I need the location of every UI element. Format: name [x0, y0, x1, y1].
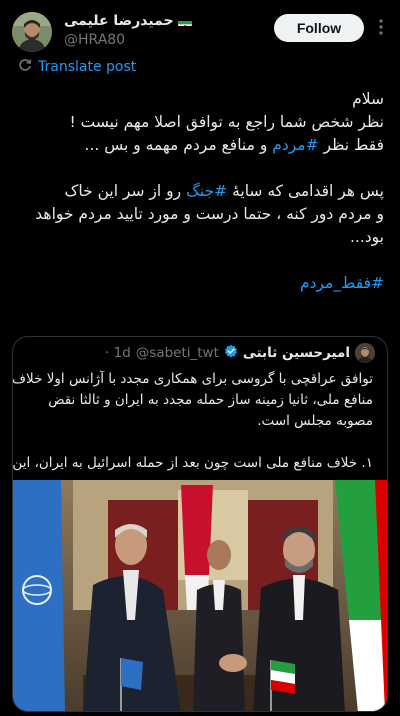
translate-icon — [18, 58, 32, 76]
quoted-spacer — [23, 432, 373, 453]
post-line-2: نظر شخص شما راجع به توافق اصلا مهم نیست … — [69, 113, 384, 131]
post-text: سلام نظر شخص شما راجع به توافق اصلا مهم … — [14, 88, 384, 295]
hashtag-link[interactable]: #جنگ — [186, 182, 227, 200]
post-line-4-post: رو از سر این خاک — [64, 182, 187, 200]
post-line-5: و مردم دور کنه ، حتما درست و مورد تایید … — [35, 205, 384, 223]
post-line-3-post: و منافع مردم مهمه و بس ... — [84, 136, 273, 154]
post-line-7: #فقط_مردم — [14, 272, 384, 295]
author-name-row[interactable]: حمیدرضا علیمی — [64, 13, 192, 29]
translate-post-link[interactable]: Translate post — [18, 58, 136, 76]
quoted-post-text: توافق عراقچی با گروسی برای همکاری مجدد ب… — [12, 369, 373, 474]
author-handle[interactable]: @HRA80 — [64, 32, 125, 48]
post-header: حمیدرضا علیمی @HRA80 Follow — [0, 0, 400, 56]
quoted-author-name[interactable]: امیرحسین ثابتی — [243, 345, 350, 361]
verified-badge-icon — [224, 344, 238, 362]
author-avatar[interactable] — [12, 12, 52, 52]
post-line-3: فقط نظر #مردم و منافع مردم مهمه و بس ... — [14, 134, 385, 157]
quoted-author-handle[interactable]: @sabeti_twt — [136, 345, 219, 361]
quoted-post-card[interactable]: امیرحسین ثابتی @sabeti_twt · 1d توافق عر… — [12, 336, 388, 712]
hashtag-link[interactable]: #فقط_مردم — [300, 274, 384, 292]
hashtag-link[interactable]: #مردم — [272, 136, 318, 154]
quoted-post-time[interactable]: · 1d — [105, 345, 131, 361]
post-line-6: بود... — [349, 228, 384, 246]
translate-label[interactable]: Translate post — [38, 59, 136, 75]
quoted-line-2: منافع ملی، ثانیا زمینه ساز حمله مجدد به … — [48, 392, 373, 408]
quoted-line-3: مصوبه مجلس است. — [257, 413, 373, 429]
quoted-line-1: توافق عراقچی با گروسی برای همکاری مجدد ب… — [12, 371, 373, 387]
post-line-1: سلام — [352, 90, 384, 108]
quoted-author-avatar[interactable] — [355, 343, 375, 363]
post-line-3-pre: فقط نظر — [318, 136, 384, 154]
follow-button[interactable]: Follow — [274, 14, 364, 42]
quoted-post-header: امیرحسین ثابتی @sabeti_twt · 1d — [105, 343, 375, 363]
more-options-icon[interactable] — [372, 18, 390, 36]
author-display-name[interactable]: حمیدرضا علیمی — [64, 13, 174, 29]
quoted-post-photo[interactable] — [13, 480, 387, 711]
post-line-4-pre: پس هر اقدامی که سایهٔ — [227, 182, 384, 200]
quoted-line-4: ۱. خلاف منافع ملی است چون بعد از حمله اس… — [12, 455, 373, 471]
iran-flag-icon — [177, 16, 192, 26]
post-line-4: پس هر اقدامی که سایهٔ #جنگ رو از سر این … — [14, 180, 384, 203]
